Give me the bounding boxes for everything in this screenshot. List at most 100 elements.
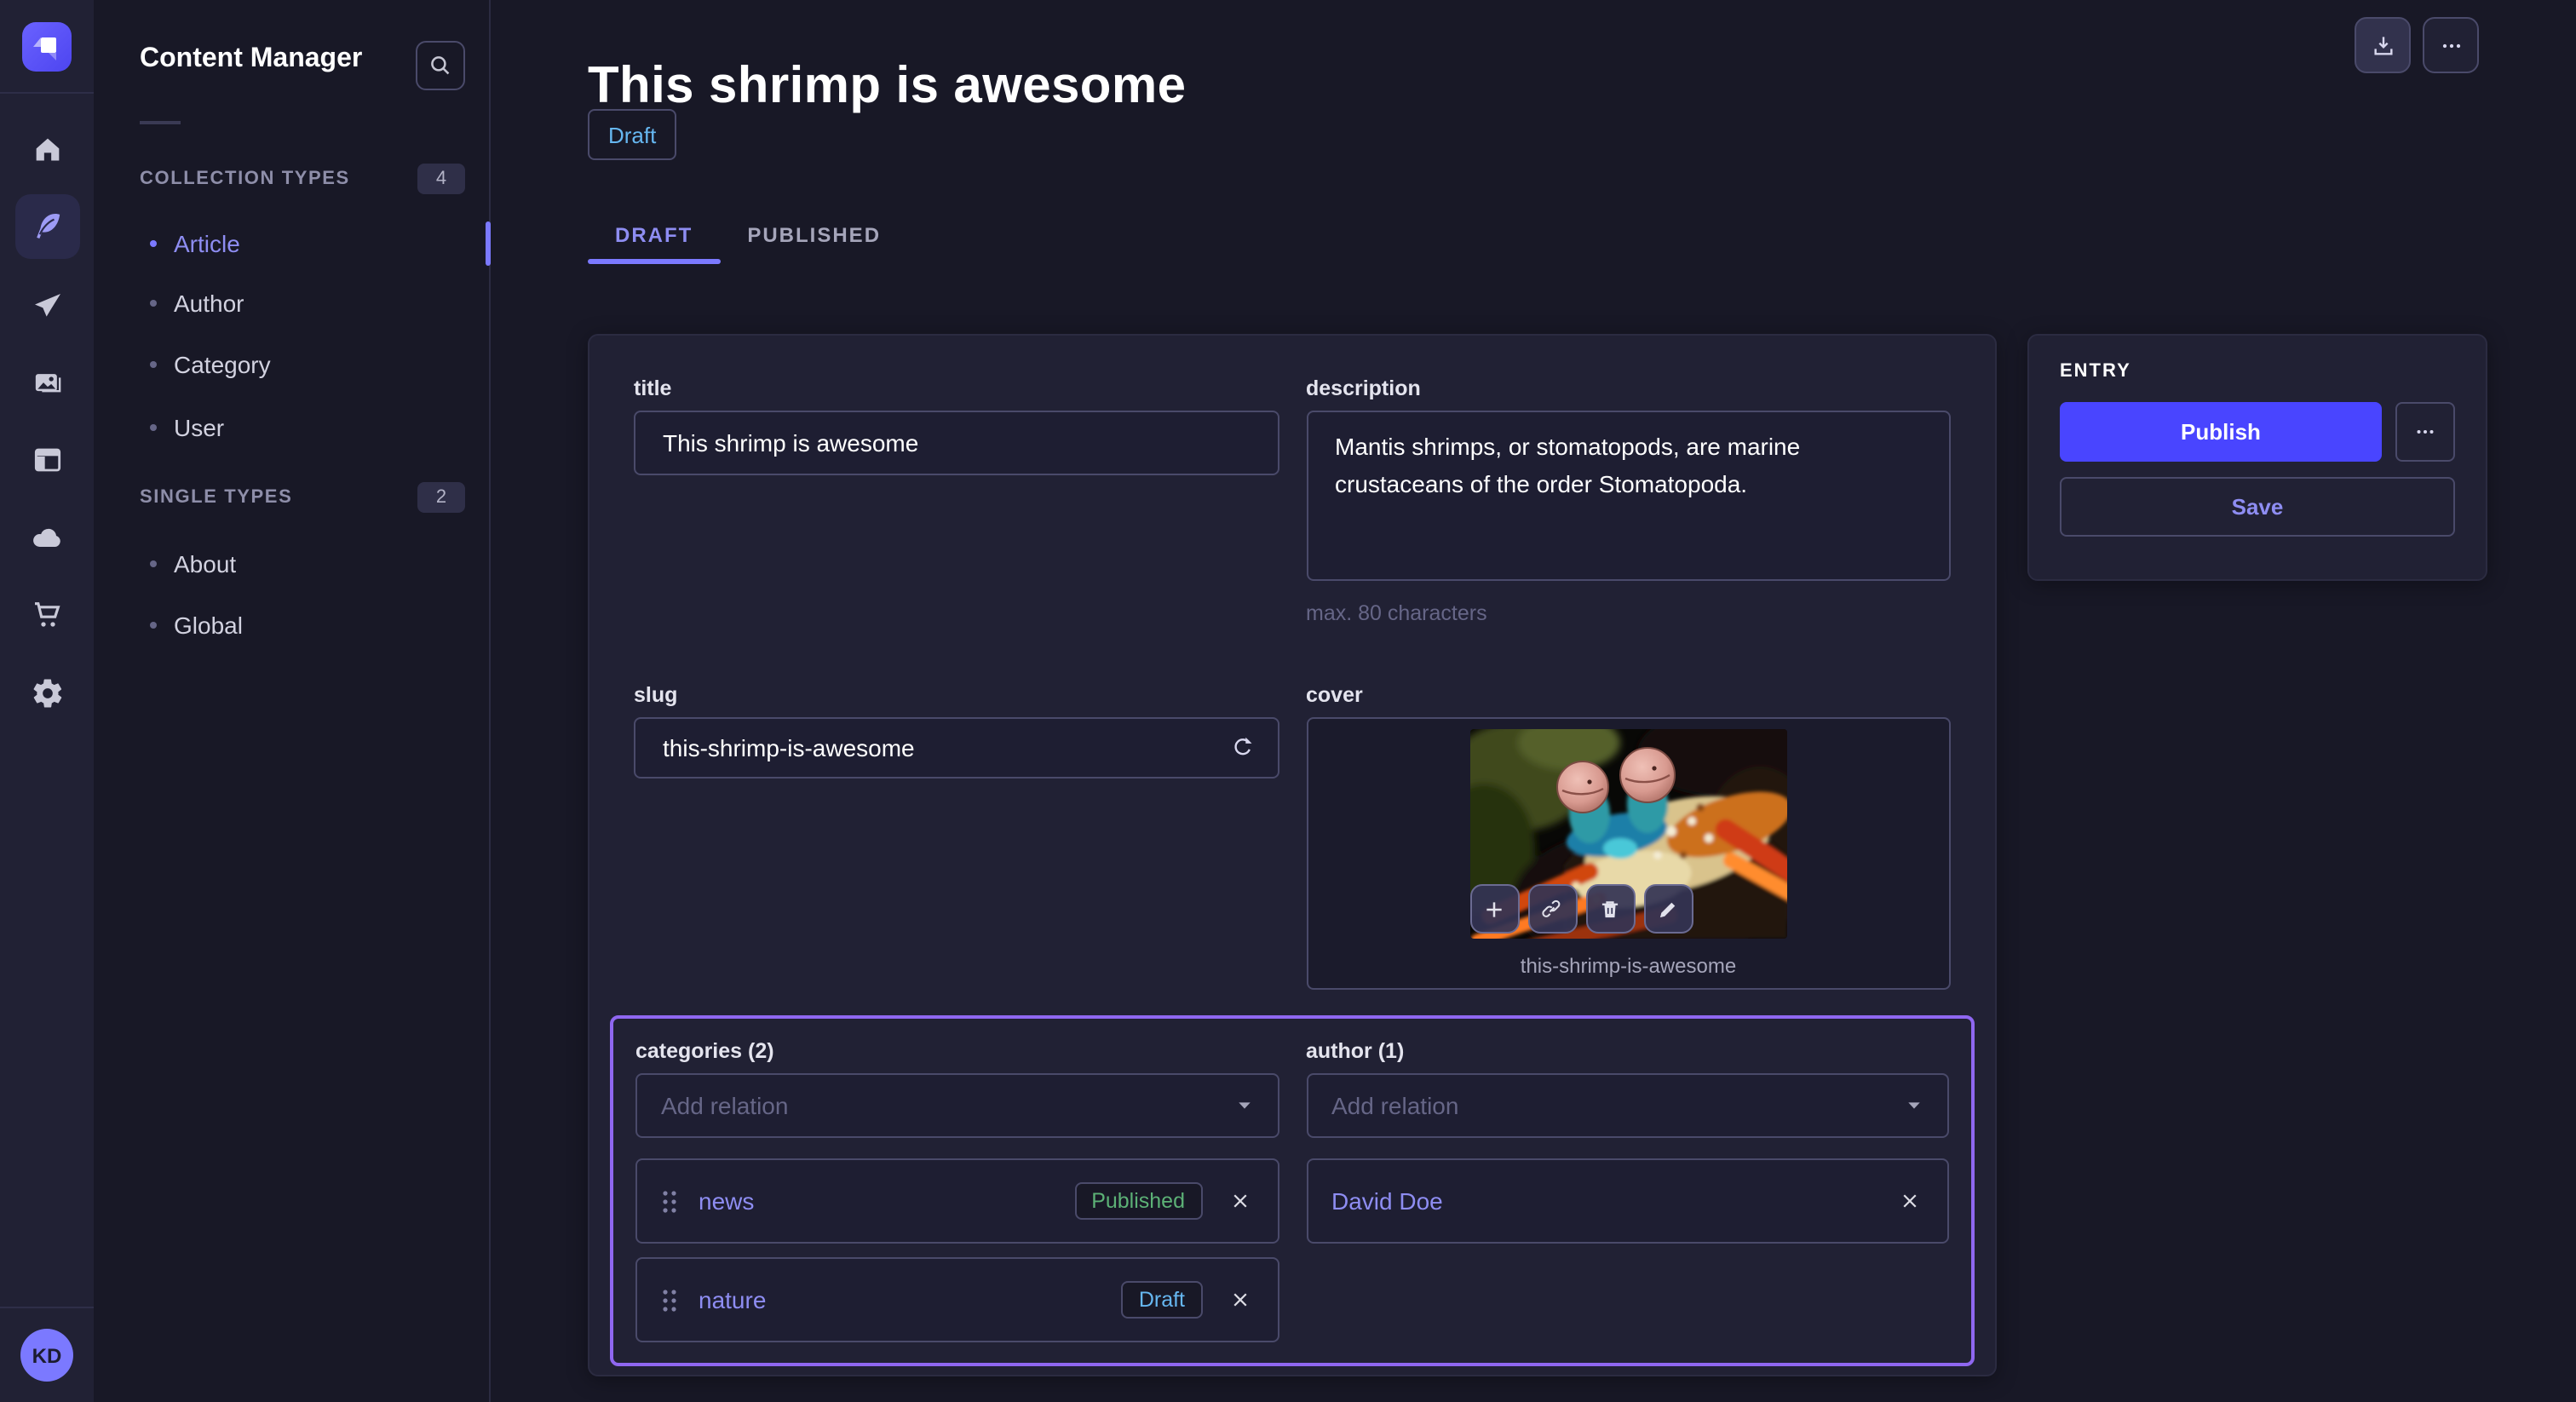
sidebar-item-global[interactable]: Global	[94, 595, 489, 656]
version-tabs: DRAFT PUBLISHED	[588, 208, 908, 261]
cover-action-buttons	[1470, 884, 1693, 934]
close-icon	[1229, 1290, 1250, 1310]
title-label: title	[634, 376, 1279, 400]
add-media-button[interactable]	[1470, 884, 1520, 934]
categories-relation-field: categories (2) Add relation news Publish…	[635, 1039, 1279, 1342]
content-manager-feather-icon[interactable]	[14, 194, 79, 259]
subnav-title: Content Manager	[140, 44, 362, 75]
close-icon	[1229, 1191, 1250, 1211]
status-badge: Draft	[588, 109, 676, 160]
field-slug: slug	[634, 683, 1279, 990]
icon-rail: KD	[0, 0, 95, 1402]
sidebar-item-about[interactable]: About	[94, 533, 489, 595]
search-button[interactable]	[416, 41, 465, 90]
field-title: title	[634, 376, 1279, 625]
page-title: This shrimp is awesome	[588, 58, 1186, 116]
sidebar-item-category[interactable]: Category	[94, 334, 489, 395]
drag-handle-icon[interactable]	[661, 1287, 678, 1313]
remove-relation-nature-button[interactable]	[1226, 1286, 1253, 1313]
subnav-divider	[140, 121, 181, 124]
cover-media-box: this-shrimp-is-awesome	[1306, 717, 1951, 990]
strapi-logo[interactable]	[22, 22, 72, 72]
chevron-down-icon	[1234, 1096, 1253, 1115]
sidebar-item-author[interactable]: Author	[94, 273, 489, 334]
sidebar-item-user[interactable]: User	[94, 397, 489, 458]
content-manager-subnav: Content Manager COLLECTION TYPES 4 Artic…	[94, 0, 491, 1402]
header-actions	[2355, 17, 2479, 73]
trash-icon	[1599, 897, 1623, 921]
categories-add-relation-select[interactable]: Add relation	[635, 1073, 1279, 1138]
bullet-icon	[150, 240, 157, 247]
field-description: description Mantis shrimps, or stomatopo…	[1306, 376, 1951, 625]
single-types-label: SINGLE TYPES	[140, 487, 292, 508]
user-avatar[interactable]: KD	[20, 1329, 73, 1382]
relation-row-nature: nature Draft	[635, 1257, 1279, 1342]
link-icon	[1541, 897, 1565, 921]
strapi-logo-icon	[22, 22, 72, 72]
slug-input[interactable]	[634, 717, 1279, 779]
edit-form-panel: title description Mantis shrimps, or sto…	[588, 334, 1997, 1376]
app-viewport: KD Content Manager COLLECTION TYPES 4 Ar…	[0, 0, 2576, 1402]
remove-relation-david-doe-button[interactable]	[1896, 1187, 1923, 1215]
relation-row-news: news Published	[635, 1158, 1279, 1244]
plus-icon	[1483, 897, 1507, 921]
content-type-builder-layout-icon[interactable]	[13, 426, 81, 494]
main-content: This shrimp is awesome Draft DRAFT PUBLI…	[489, 0, 2576, 1402]
author-relation-field: author (1) Add relation David Doe	[1306, 1039, 1949, 1342]
collection-types-label: COLLECTION TYPES	[140, 169, 350, 189]
bullet-icon	[150, 622, 157, 629]
rail-bottom-divider	[0, 1307, 94, 1308]
publish-button[interactable]: Publish	[2060, 402, 2382, 462]
slug-label: slug	[634, 683, 1279, 707]
regenerate-slug-button[interactable]	[1226, 732, 1258, 764]
description-helper: max. 80 characters	[1306, 601, 1951, 625]
bullet-icon	[150, 560, 157, 567]
edit-media-button[interactable]	[1644, 884, 1693, 934]
collection-types-header: COLLECTION TYPES 4	[140, 164, 465, 194]
delete-media-button[interactable]	[1586, 884, 1636, 934]
categories-label: categories (2)	[635, 1039, 1279, 1063]
settings-gear-icon[interactable]	[13, 659, 81, 727]
save-button[interactable]: Save	[2060, 477, 2455, 537]
draft-pill: Draft	[1122, 1281, 1202, 1319]
title-input[interactable]	[634, 411, 1279, 475]
cloud-icon[interactable]	[13, 504, 81, 572]
media-library-icon[interactable]	[13, 349, 81, 417]
field-cover: cover	[1306, 683, 1951, 990]
description-textarea[interactable]: Mantis shrimps, or stomatopods, are mari…	[1306, 411, 1951, 581]
bullet-icon	[150, 361, 157, 368]
entry-panel: ENTRY Publish Save	[2027, 334, 2487, 581]
home-icon[interactable]	[13, 116, 81, 184]
bullet-icon	[150, 424, 157, 431]
author-add-relation-select[interactable]: Add relation	[1306, 1073, 1949, 1138]
close-icon	[1900, 1191, 1920, 1211]
relation-link-david-doe[interactable]: David Doe	[1331, 1187, 1443, 1215]
tab-published[interactable]: PUBLISHED	[720, 208, 908, 261]
cover-caption: this-shrimp-is-awesome	[1308, 954, 1949, 978]
more-horizontal-icon	[2437, 32, 2464, 59]
download-icon	[2369, 32, 2396, 59]
more-horizontal-icon	[2412, 419, 2438, 445]
entry-more-button[interactable]	[2395, 402, 2455, 462]
single-types-header: SINGLE TYPES 2	[140, 482, 465, 513]
header-more-button[interactable]	[2423, 17, 2479, 73]
cover-label: cover	[1306, 683, 1951, 707]
chevron-down-icon	[1905, 1096, 1923, 1115]
pencil-icon	[1657, 897, 1681, 921]
author-label: author (1)	[1306, 1039, 1949, 1063]
relation-row-david-doe: David Doe	[1306, 1158, 1949, 1244]
marketplace-cart-icon[interactable]	[13, 581, 81, 649]
relations-highlight-group: categories (2) Add relation news Publish…	[610, 1015, 1975, 1366]
description-label: description	[1306, 376, 1951, 400]
rail-divider	[0, 92, 94, 94]
relation-link-news[interactable]: news	[699, 1187, 754, 1215]
tab-draft[interactable]: DRAFT	[588, 208, 720, 261]
remove-relation-news-button[interactable]	[1226, 1187, 1253, 1215]
release-send-icon[interactable]	[13, 273, 81, 341]
search-icon	[428, 53, 453, 78]
drag-handle-icon[interactable]	[661, 1188, 678, 1214]
sidebar-item-article[interactable]: Article	[94, 213, 489, 274]
relation-link-nature[interactable]: nature	[699, 1286, 766, 1313]
export-download-button[interactable]	[2355, 17, 2411, 73]
copy-link-button[interactable]	[1528, 884, 1578, 934]
